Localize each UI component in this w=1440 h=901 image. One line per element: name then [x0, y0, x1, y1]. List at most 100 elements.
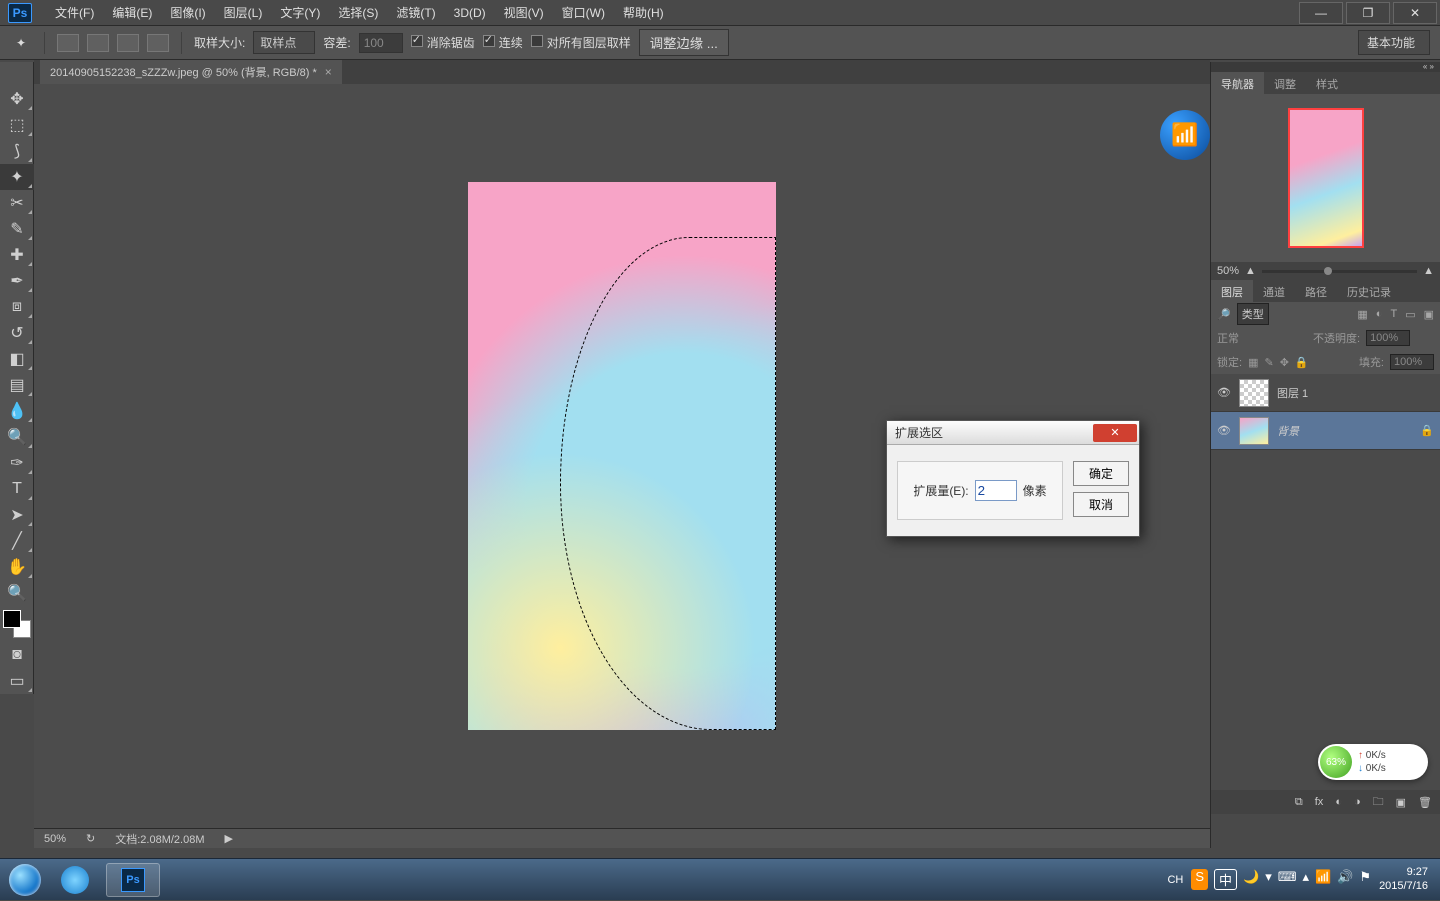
- layer-row[interactable]: 👁 背景 🔒: [1211, 412, 1440, 450]
- layer-thumb[interactable]: [1239, 417, 1269, 445]
- zoom-tool-icon[interactable]: 🔍: [0, 580, 34, 606]
- selection-subtract-icon[interactable]: [117, 34, 139, 52]
- new-layer-icon[interactable]: ▣: [1396, 796, 1406, 809]
- flyout-icon[interactable]: ▶: [225, 832, 233, 845]
- visibility-icon[interactable]: 👁: [1217, 386, 1231, 399]
- fill-input[interactable]: 100%: [1390, 354, 1434, 370]
- tab-adjustments[interactable]: 调整: [1264, 72, 1306, 94]
- moon-icon[interactable]: 🌙: [1243, 869, 1259, 890]
- flag-icon[interactable]: ⚑: [1359, 869, 1371, 890]
- volume-icon[interactable]: 🔊: [1337, 869, 1353, 890]
- keyboard-icon[interactable]: ⌨: [1278, 869, 1297, 890]
- quickmask-icon[interactable]: ◙: [0, 642, 34, 668]
- menu-3d[interactable]: 3D(D): [445, 6, 495, 20]
- search-icon[interactable]: 🔎: [1217, 308, 1231, 321]
- close-button[interactable]: ✕: [1393, 2, 1437, 24]
- dialog-close-button[interactable]: ✕: [1093, 424, 1137, 442]
- lock-all-icon[interactable]: 🔒: [1295, 356, 1309, 369]
- dialog-titlebar[interactable]: 扩展选区 ✕: [887, 421, 1139, 445]
- layer-thumb[interactable]: [1239, 379, 1269, 407]
- type-tool-icon[interactable]: T: [0, 476, 34, 502]
- down-arrow-icon[interactable]: ▾: [1265, 869, 1272, 890]
- menu-filter[interactable]: 滤镜(T): [387, 4, 444, 21]
- taskbar-clock[interactable]: 9:27 2015/7/16: [1379, 866, 1428, 892]
- filter-type-select[interactable]: 类型: [1237, 303, 1269, 325]
- healing-brush-tool-icon[interactable]: ✚: [0, 242, 34, 268]
- collapse-panels-icon[interactable]: « »: [1211, 62, 1440, 72]
- line-tool-icon[interactable]: ╱: [0, 528, 34, 554]
- minimize-button[interactable]: —: [1299, 2, 1343, 24]
- layer-name[interactable]: 图层 1: [1277, 385, 1308, 401]
- refine-edge-button[interactable]: 调整边缘 ...: [639, 29, 729, 56]
- menu-help[interactable]: 帮助(H): [614, 4, 673, 21]
- tab-history[interactable]: 历史记录: [1337, 280, 1401, 302]
- maximize-button[interactable]: ❐: [1346, 2, 1390, 24]
- lock-brush-icon[interactable]: ✎: [1264, 356, 1273, 369]
- selection-add-icon[interactable]: [87, 34, 109, 52]
- network-speed-widget[interactable]: 63% ↑ 0K/s ↓ 0K/s: [1318, 744, 1428, 780]
- path-selection-tool-icon[interactable]: ➤: [0, 502, 34, 528]
- screen-mode-icon[interactable]: ▭: [0, 668, 34, 694]
- close-tab-icon[interactable]: ×: [325, 65, 332, 79]
- brush-tool-icon[interactable]: ✒: [0, 268, 34, 294]
- lock-pixels-icon[interactable]: ▦: [1248, 356, 1258, 369]
- antialias-checkbox[interactable]: 消除锯齿: [411, 34, 475, 51]
- clone-stamp-tool-icon[interactable]: ⧈: [0, 294, 34, 320]
- tray-expand-icon[interactable]: ▴: [1303, 869, 1310, 890]
- blend-mode-select[interactable]: 正常: [1217, 330, 1307, 346]
- cancel-button[interactable]: 取消: [1073, 492, 1129, 517]
- dodge-tool-icon[interactable]: 🔍: [0, 424, 34, 450]
- refresh-icon[interactable]: ↻: [86, 832, 95, 845]
- trash-icon[interactable]: 🗑: [1418, 796, 1432, 809]
- group-icon[interactable]: 🗀: [1373, 793, 1384, 812]
- adjustment-icon[interactable]: ◑: [1354, 796, 1361, 808]
- magic-wand-tool-icon[interactable]: ✦: [0, 164, 34, 190]
- taskbar-app-photoshop[interactable]: Ps: [106, 863, 160, 897]
- move-tool-icon[interactable]: ✥: [0, 86, 34, 112]
- menu-edit[interactable]: 编辑(E): [103, 4, 161, 21]
- tab-paths[interactable]: 路径: [1295, 280, 1337, 302]
- workspace-selector[interactable]: 基本功能: [1358, 30, 1430, 55]
- pen-tool-icon[interactable]: ✑: [0, 450, 34, 476]
- link-layers-icon[interactable]: ⧉: [1295, 796, 1303, 809]
- navigator-zoom-slider[interactable]: [1262, 270, 1417, 273]
- gradient-tool-icon[interactable]: ▤: [0, 372, 34, 398]
- filter-pixel-icon[interactable]: ▦: [1357, 308, 1367, 321]
- zoom-value[interactable]: 50%: [44, 833, 66, 845]
- menu-image[interactable]: 图像(I): [161, 4, 214, 21]
- menu-type[interactable]: 文字(Y): [271, 4, 329, 21]
- lasso-tool-icon[interactable]: ⟆: [0, 138, 34, 164]
- all-layers-checkbox[interactable]: 对所有图层取样: [531, 34, 631, 51]
- visibility-icon[interactable]: 👁: [1217, 424, 1231, 437]
- tab-navigator[interactable]: 导航器: [1211, 72, 1264, 94]
- expand-amount-input[interactable]: [975, 480, 1017, 501]
- crop-tool-icon[interactable]: ✂: [0, 190, 34, 216]
- marquee-tool-icon[interactable]: ⬚: [0, 112, 34, 138]
- start-button[interactable]: [4, 859, 46, 901]
- wand-tool-icon[interactable]: ✦: [10, 32, 32, 54]
- history-brush-tool-icon[interactable]: ↺: [0, 320, 34, 346]
- navigator-thumb[interactable]: [1288, 108, 1364, 248]
- tab-channels[interactable]: 通道: [1253, 280, 1295, 302]
- menu-view[interactable]: 视图(V): [495, 4, 553, 21]
- tolerance-input[interactable]: 100: [359, 33, 403, 53]
- zoom-in-icon[interactable]: ▲: [1423, 265, 1434, 277]
- fx-icon[interactable]: fx: [1315, 796, 1324, 808]
- mask-icon[interactable]: ◐: [1335, 796, 1342, 808]
- contiguous-checkbox[interactable]: 连续: [483, 34, 523, 51]
- sogou-ime-icon[interactable]: S: [1191, 869, 1208, 890]
- ime-lang-icon[interactable]: 中: [1214, 869, 1237, 890]
- ime-indicator[interactable]: CH: [1167, 874, 1183, 886]
- document-tab[interactable]: 20140905152238_sZZZw.jpeg @ 50% (背景, RGB…: [40, 60, 342, 84]
- ok-button[interactable]: 确定: [1073, 461, 1129, 486]
- selection-new-icon[interactable]: [57, 34, 79, 52]
- hand-tool-icon[interactable]: ✋: [0, 554, 34, 580]
- filter-smart-icon[interactable]: ▣: [1424, 308, 1434, 321]
- opacity-input[interactable]: 100%: [1366, 330, 1410, 346]
- lock-position-icon[interactable]: ✥: [1280, 356, 1289, 369]
- layer-name[interactable]: 背景: [1277, 423, 1299, 439]
- zoom-out-icon[interactable]: ▲: [1245, 265, 1256, 277]
- menu-window[interactable]: 窗口(W): [553, 4, 614, 21]
- wifi-overlay-icon[interactable]: 📶: [1160, 110, 1210, 160]
- filter-shape-icon[interactable]: ▭: [1405, 308, 1415, 321]
